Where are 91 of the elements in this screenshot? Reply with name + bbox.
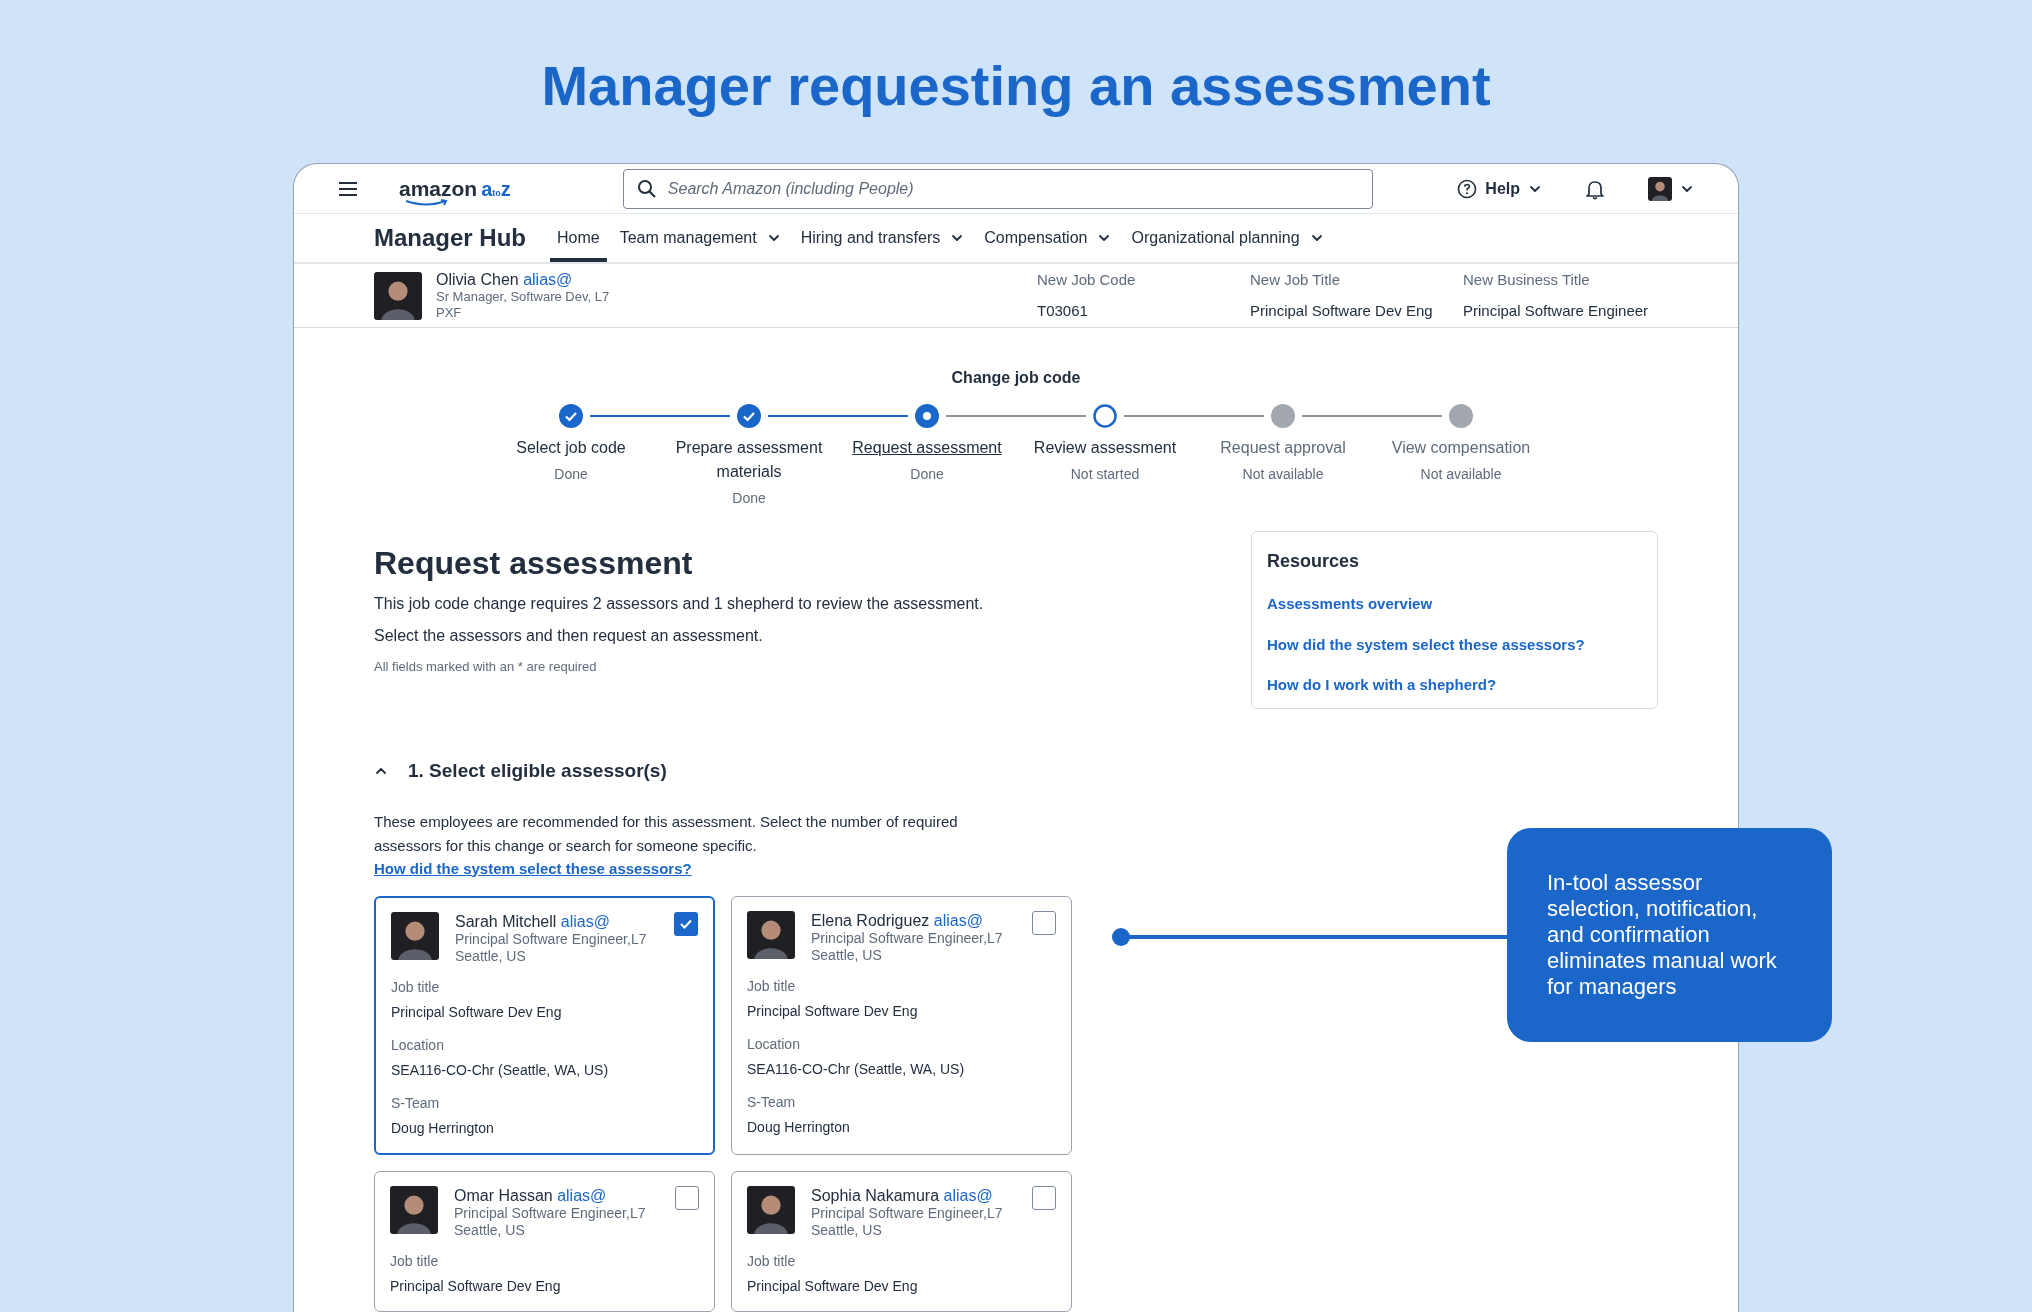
- assessor-location: Seattle, US: [455, 948, 527, 965]
- logo[interactable]: amazon atoz: [399, 173, 511, 204]
- assessor-location: Seattle, US: [811, 947, 883, 964]
- avatar-icon: [747, 1186, 795, 1234]
- step-label[interactable]: View compensation: [1391, 436, 1531, 460]
- field-value: Principal Software Dev Eng: [747, 1002, 919, 1021]
- step-status: Done: [554, 465, 588, 484]
- required-note: All fields marked with an * are required: [374, 658, 598, 676]
- field-label: Location: [391, 1036, 445, 1055]
- field-label: New Business Title: [1463, 270, 1591, 291]
- field-value: SEA116-CO-Chr (Seattle, WA, US): [391, 1061, 610, 1080]
- page-title: Request assessment: [374, 544, 694, 583]
- employee-role: Sr Manager, Software Dev, L7: [436, 289, 610, 306]
- help-icon: [1457, 178, 1478, 199]
- resource-link[interactable]: How do I work with a shepherd?: [1267, 674, 1642, 697]
- assessor-card[interactable]: Sarah Mitchell alias@ Principal Software Engineer,L7 Seattle, US Job title Principal Software Dev Eng Location SEA116-CO-Chr (Seattle, WA, US) S-Team Doug Herrington: [374, 896, 715, 1155]
- employee-name: Olivia Chen alias@: [436, 270, 574, 290]
- avatar-icon: [747, 911, 795, 959]
- help-button[interactable]: Help: [1457, 176, 1542, 201]
- checkbox[interactable]: [674, 912, 698, 936]
- nav-tab[interactable]: Compensation: [977, 214, 1119, 263]
- field-label: Job title: [747, 977, 797, 996]
- field-label: Job title: [747, 1252, 797, 1271]
- nav-tab[interactable]: Team management: [612, 214, 788, 263]
- search-icon: [636, 178, 657, 199]
- field-value: Principal Software Dev Eng: [1250, 300, 1434, 321]
- assessor-title: Principal Software Engineer,L7: [811, 1205, 1004, 1222]
- field-label: Job title: [391, 978, 441, 997]
- assessor-title: Principal Software Engineer,L7: [454, 1205, 647, 1222]
- section-toggle[interactable]: 1. Select eligible assessor(s): [374, 757, 1658, 786]
- field-label: Job title: [390, 1252, 440, 1271]
- assessor-name: Elena Rodriguez alias@: [811, 911, 984, 930]
- step-label[interactable]: Select job code: [516, 436, 626, 460]
- field-value: Doug Herrington: [747, 1118, 851, 1137]
- field-label: New Job Title: [1250, 270, 1342, 291]
- assessor-location: Seattle, US: [454, 1222, 526, 1239]
- step-status: Not started: [1070, 465, 1140, 484]
- step-label[interactable]: Request approval: [1220, 436, 1346, 460]
- assessor-link[interactable]: How did the system select these assessors?: [374, 857, 692, 880]
- step-label[interactable]: Review assessment: [1033, 436, 1177, 460]
- resources-title: Resources: [1267, 550, 1361, 573]
- assessor-title: Principal Software Engineer,L7: [455, 931, 648, 948]
- field-label: S-Team: [747, 1093, 797, 1112]
- avatar-icon: [391, 912, 439, 960]
- field-value: Principal Software Dev Eng: [390, 1277, 562, 1296]
- nav-tab[interactable]: Organizational planning: [1124, 214, 1331, 263]
- section-description: These employees are recommended for this assessment. Select the number of required assessors for this change or search for someone specific.: [374, 811, 959, 856]
- headline: Manager requesting an assessment: [541, 53, 1491, 119]
- field-label: New Job Code: [1037, 270, 1137, 291]
- assessor-location: Seattle, US: [811, 1222, 883, 1239]
- field-value: Doug Herrington: [391, 1119, 495, 1138]
- check-icon: [679, 917, 693, 931]
- field-value: Principal Software Dev Eng: [391, 1003, 563, 1022]
- assessor-card[interactable]: Omar Hassan alias@ Principal Software Engineer,L7 Seattle, US Job title Principal Software Dev Eng: [374, 1171, 715, 1312]
- checkbox[interactable]: [1032, 911, 1056, 935]
- field-value: Principal Software Engineer: [1463, 300, 1650, 321]
- field-value: SEA116-CO-Chr (Seattle, WA, US): [747, 1060, 966, 1079]
- avatar-icon: [390, 1186, 438, 1234]
- field-label: S-Team: [391, 1094, 441, 1113]
- step-status: Not available: [1420, 465, 1502, 484]
- step-status: Done: [732, 489, 766, 508]
- stepper-title: Change job code: [951, 368, 1081, 388]
- nav-tab[interactable]: Home: [550, 214, 607, 263]
- assessor-card[interactable]: Elena Rodriguez alias@ Principal Software Engineer,L7 Seattle, US Job title Principal Software Dev Eng Location SEA116-CO-Chr (Seattle, WA, US) S-Team Doug Herrington: [731, 896, 1072, 1155]
- avatar-icon: [1648, 176, 1672, 201]
- assessor-name: Sophia Nakamura alias@: [811, 1186, 994, 1205]
- profile-menu[interactable]: [1648, 176, 1694, 201]
- search-field[interactable]: Search Amazon (including People): [622, 168, 1373, 209]
- description-text: This job code change requires 2 assessors and 1 shepherd to review the assessment.: [374, 594, 985, 614]
- checkbox[interactable]: [1032, 1186, 1056, 1210]
- step-label[interactable]: Request assessment: [852, 436, 1002, 460]
- assessor-title: Principal Software Engineer,L7: [811, 930, 1004, 947]
- assessor-card[interactable]: Sophia Nakamura alias@ Principal Software Engineer,L7 Seattle, US Job title Principal Software Dev Eng: [731, 1171, 1072, 1312]
- employee-org: PXF: [436, 305, 463, 322]
- field-value: T03061: [1037, 300, 1089, 321]
- menu-icon[interactable]: [338, 180, 358, 197]
- avatar-icon: [374, 271, 422, 320]
- step-status: Not available: [1242, 465, 1324, 484]
- field-value: Principal Software Dev Eng: [747, 1277, 919, 1296]
- field-label: Location: [747, 1035, 801, 1054]
- nav-tab[interactable]: Hiring and transfers: [793, 214, 972, 263]
- checkbox[interactable]: [675, 1186, 699, 1210]
- resource-link[interactable]: Assessments overview: [1267, 593, 1642, 616]
- callout-text: In-tool assessor selection, notification, and confirmation eliminates manual work for managers: [1547, 870, 1778, 1000]
- assessor-name: Sarah Mitchell alias@: [455, 912, 611, 931]
- description-text: Select the assessors and then request an assessment.: [374, 626, 764, 646]
- resource-link[interactable]: How did the system select these assessors?: [1267, 633, 1642, 656]
- assessor-name: Omar Hassan alias@: [454, 1186, 608, 1205]
- step-label[interactable]: Prepare assessment materials: [660, 436, 838, 484]
- step-status: Done: [910, 465, 944, 484]
- app-title: Manager Hub: [374, 223, 526, 254]
